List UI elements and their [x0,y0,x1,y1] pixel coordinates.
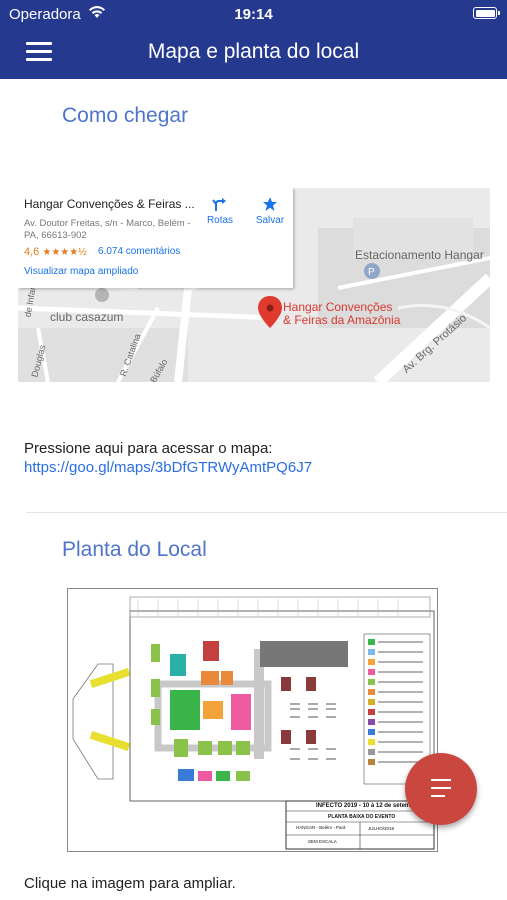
plan-heading: Planta do Local [62,538,207,561]
plan-title-subtitle: PLANTA BAIXA DO EVENTO [328,814,396,820]
pin-label-line1: Hangar Convenções [283,300,393,314]
enlarge-hint: Clique na imagem para ampliar. [24,875,236,892]
section-divider [26,512,507,513]
clock: 19:14 [234,6,273,23]
rating-value: 4,6 [24,246,40,258]
map-label-parking: Estacionamento Hangar [355,248,484,262]
app-header: Mapa e planta do local [0,28,507,79]
status-bar: Operadora 19:14 [0,0,507,28]
legend-swatch [368,739,375,745]
plan-title-date: JULHO/2019 [368,826,395,831]
directions-icon [212,198,226,211]
view-larger-map-link[interactable]: Visualizar mapa ampliado [24,266,138,277]
press-instructions: Pressione aqui para acessar o mapa: [24,440,273,457]
plan-title-venue: HANGAR - Belém - Pará [296,825,346,830]
list-menu-fab[interactable] [405,753,477,825]
legend-swatch [368,699,375,705]
floor-plan-drawing [68,589,437,851]
star-icon [263,197,277,211]
legend-swatch [368,749,375,755]
place-card: Hangar Convenções & Feiras ... Av. Douto… [18,188,293,288]
directions-heading: Como chegar [62,104,189,127]
directions-button[interactable]: Rotas [200,196,240,226]
map-link[interactable]: https://goo.gl/maps/3bDfGTRWyAmtPQ6J7 [24,459,312,476]
legend-swatch [368,729,375,735]
legend-swatch [368,679,375,685]
legend-swatch [368,759,375,765]
pin-label-line2: & Feiras da Amazônia [283,313,401,327]
map-label-club: club casazum [50,310,124,324]
save-label: Salvar [255,215,285,226]
place-address: Av. Doutor Freitas, s/n - Marco, Belém -… [24,218,191,241]
legend-swatch [368,639,375,645]
list-icon [431,779,451,803]
legend-swatch [368,659,375,665]
plan-title-event: INFECTO 2019 - 10 à 12 de setembro [316,803,420,809]
floor-plan-image[interactable]: INFECTO 2019 - 10 à 12 de setembro PLANT… [67,588,438,852]
place-name: Hangar Convenções & Feiras ... [24,197,195,211]
plan-title-scale: SEM ESCALA [308,839,337,844]
directions-label: Rotas [206,215,234,226]
save-place-button[interactable]: Salvar [250,196,290,226]
battery-icon [473,7,500,19]
legend-swatch [368,719,375,725]
legend-swatch [368,669,375,675]
legend-swatch [368,709,375,715]
page-title: Mapa e planta do local [147,40,360,63]
rating-stars-icon: ★★★★½ [42,247,87,258]
reviews-link[interactable]: 6.074 comentários [98,246,180,257]
place-rating: 4,6 ★★★★½ [24,246,87,258]
svg-text:P: P [368,267,375,278]
map-pin-label: Hangar Convenções & Feiras da Amazônia [283,301,400,327]
legend-swatch [368,649,375,655]
embedded-map[interactable]: P Estacionamento Hangar club casazum Han… [18,188,490,382]
legend-swatch [368,689,375,695]
